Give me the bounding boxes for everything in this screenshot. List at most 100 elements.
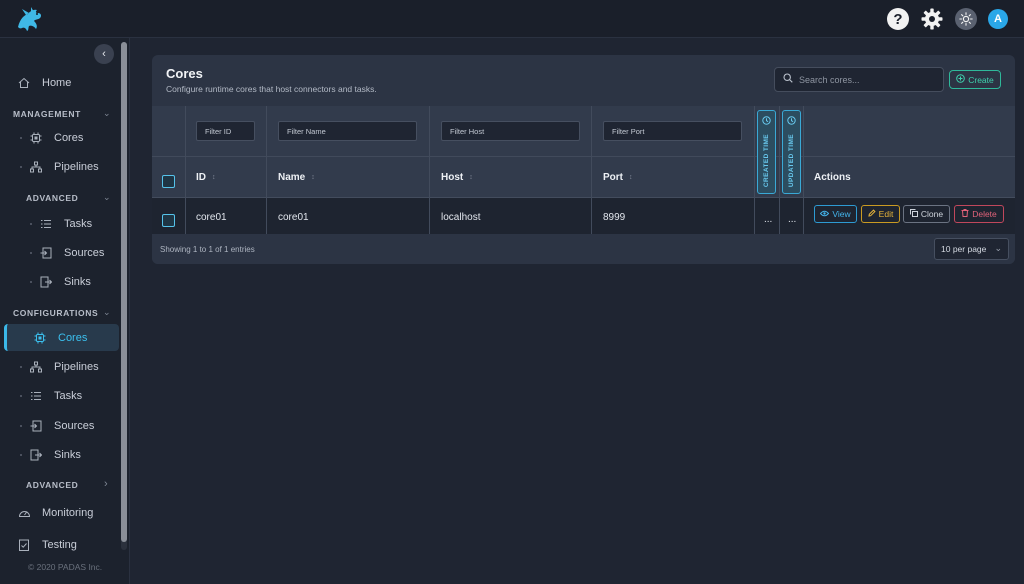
updated-time-label: UPDATED TIME	[788, 134, 795, 188]
list-icon	[28, 390, 44, 402]
chevron-down-icon: ⌄	[994, 243, 1002, 253]
eye-icon	[820, 209, 830, 219]
clone-button-label: Clone	[920, 209, 944, 219]
sink-icon	[38, 276, 54, 288]
help-icon[interactable]: ?	[886, 7, 910, 31]
sidebar-item-label: Sources	[54, 420, 95, 432]
cell-port: 8999	[603, 212, 626, 223]
filter-id-input[interactable]: Filter ID	[196, 121, 255, 141]
column-header-label: ID	[196, 172, 206, 183]
sort-icon[interactable]: ↕	[469, 174, 473, 181]
theme-toggle-icon[interactable]	[954, 7, 978, 31]
edit-button-label: Edit	[878, 209, 894, 219]
section-configurations-label: CONFIGURATIONS	[13, 308, 99, 318]
gauge-icon	[16, 507, 32, 519]
section-advanced-label: ADVANCED	[26, 193, 79, 203]
column-header-actions: Actions	[814, 172, 851, 183]
list-icon	[38, 218, 54, 230]
sidebar-item-label: Home	[42, 77, 72, 89]
column-header-host[interactable]: Host ↕	[441, 172, 473, 183]
sidebar: ‹ Home MANAGEMENT ⌄ Cores Pipelines ADVA…	[0, 38, 130, 584]
sidebar-item-pipelines[interactable]: Pipelines	[20, 155, 99, 179]
chevron-down-icon[interactable]: ⌄	[103, 192, 111, 203]
sidebar-scroll-thumb[interactable]	[121, 42, 127, 542]
created-time-column-toggle[interactable]: CREATED TIME	[757, 110, 776, 194]
clone-button[interactable]: Clone	[903, 205, 950, 223]
sidebar-item-config-pipelines[interactable]: Pipelines	[20, 355, 99, 379]
cell-updated-time: ...	[788, 214, 797, 225]
search-input[interactable]	[799, 74, 939, 85]
sidebar-item-testing[interactable]: Testing	[16, 533, 77, 557]
entries-summary: Showing 1 to 1 of 1 entries	[160, 245, 255, 254]
gear-icon[interactable]	[920, 7, 944, 31]
filter-port-input[interactable]: Filter Port	[603, 121, 742, 141]
cell-created-time: ...	[764, 214, 773, 225]
sidebar-item-label: Pipelines	[54, 161, 99, 173]
chevron-down-icon[interactable]: ⌄	[103, 108, 111, 119]
plus-circle-icon	[956, 74, 966, 85]
chip-icon	[28, 132, 44, 144]
chip-icon	[32, 332, 48, 344]
home-icon	[16, 77, 32, 89]
sidebar-item-label: Monitoring	[42, 507, 94, 519]
trash-icon	[961, 209, 969, 219]
sidebar-item-config-sinks[interactable]: Sinks	[20, 443, 81, 467]
sink-icon	[28, 449, 44, 461]
delete-button[interactable]: Delete	[954, 205, 1004, 223]
cores-card: Cores Configure runtime cores that host …	[152, 55, 1015, 264]
source-icon	[38, 247, 54, 259]
sidebar-item-home[interactable]: Home	[16, 71, 71, 95]
page-subtitle: Configure runtime cores that host connec…	[166, 84, 377, 94]
pencil-icon	[868, 209, 876, 219]
clock-icon	[762, 116, 771, 128]
sidebar-item-sinks[interactable]: Sinks	[30, 270, 91, 294]
sidebar-item-tasks[interactable]: Tasks	[30, 212, 92, 236]
sidebar-item-config-tasks[interactable]: Tasks	[20, 384, 82, 408]
column-header-port[interactable]: Port ↕	[603, 172, 633, 183]
sort-icon[interactable]: ↕	[212, 174, 216, 181]
column-header-name[interactable]: Name ↕	[278, 172, 315, 183]
sidebar-item-label: Tasks	[64, 218, 93, 230]
view-button-label: View	[832, 209, 851, 219]
view-button[interactable]: View	[814, 205, 857, 223]
column-header-id[interactable]: ID ↕	[196, 172, 216, 183]
select-all-checkbox[interactable]	[162, 175, 175, 188]
sort-icon[interactable]: ↕	[311, 174, 315, 181]
sidebar-item-label: Tasks	[54, 390, 83, 402]
edit-button[interactable]: Edit	[861, 205, 900, 223]
copy-icon	[909, 209, 918, 219]
sidebar-scrollbar[interactable]	[121, 42, 127, 550]
sidebar-item-sources[interactable]: Sources	[30, 241, 104, 265]
sort-icon[interactable]: ↕	[629, 174, 633, 181]
delete-button-label: Delete	[972, 209, 997, 219]
sidebar-collapse-button[interactable]: ‹	[94, 44, 114, 64]
chevron-down-icon[interactable]: ⌄	[103, 307, 111, 318]
sidebar-item-config-cores[interactable]: Cores	[32, 326, 87, 350]
chevron-left-icon: ‹	[102, 48, 106, 60]
clock-icon	[787, 116, 796, 128]
section-management-label: MANAGEMENT	[13, 109, 81, 119]
dragon-logo-icon[interactable]	[12, 5, 46, 33]
column-header-label: Actions	[814, 172, 851, 183]
top-bar: ? A	[0, 0, 1024, 38]
avatar[interactable]: A	[988, 9, 1008, 29]
cell-id: core01	[196, 212, 227, 223]
sidebar-item-label: Testing	[42, 539, 77, 551]
copyright-text: © 2020 PADAS Inc.	[28, 562, 103, 572]
create-button[interactable]: Create	[949, 70, 1001, 89]
sidebar-item-label: Cores	[54, 132, 84, 144]
chevron-right-icon[interactable]: ›	[104, 478, 108, 490]
cell-host: localhost	[441, 212, 481, 223]
source-icon	[28, 420, 44, 432]
sidebar-item-cores[interactable]: Cores	[20, 126, 83, 150]
per-page-select[interactable]: 10 per page ⌄	[934, 238, 1009, 260]
sidebar-item-label: Cores	[58, 332, 88, 344]
updated-time-column-toggle[interactable]: UPDATED TIME	[782, 110, 801, 194]
sidebar-item-config-sources[interactable]: Sources	[20, 414, 94, 438]
filter-name-input[interactable]: Filter Name	[278, 121, 417, 141]
filter-host-input[interactable]: Filter Host	[441, 121, 580, 141]
sidebar-item-monitoring[interactable]: Monitoring	[16, 501, 93, 525]
table-footer	[152, 234, 1015, 264]
sidebar-item-label: Sinks	[54, 449, 81, 461]
row-checkbox[interactable]	[162, 214, 175, 227]
